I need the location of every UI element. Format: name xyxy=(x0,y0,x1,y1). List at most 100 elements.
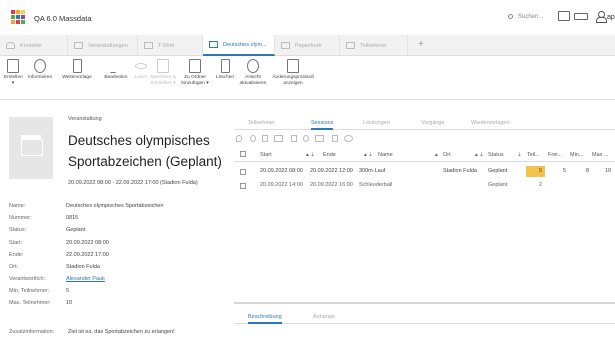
tab-anhaenge[interactable]: Anhänge xyxy=(313,314,335,320)
col-teil[interactable]: Teil... xyxy=(527,152,540,158)
user-icon[interactable] xyxy=(596,11,607,23)
trash-icon[interactable] xyxy=(291,135,297,142)
app-tabs-bar: Kontakte Veranstaltungen T-Shirt Deutsch… xyxy=(0,35,615,56)
button-label: Erstellen xyxy=(4,75,23,80)
tab-t-shirt[interactable]: T-Shirt xyxy=(138,35,203,56)
event-kind: Veranstaltung xyxy=(68,116,102,122)
tab-vorgaenge[interactable]: Vorgänge xyxy=(421,120,445,126)
detail-key: Zusatzinformation: xyxy=(9,329,55,335)
battery-icon[interactable] xyxy=(574,13,588,20)
cell-status: Geplant xyxy=(488,168,508,174)
detail-value: 5 xyxy=(66,288,70,294)
tab-wiedervorlagen[interactable]: Wiedervorlagen xyxy=(471,120,510,126)
detail-value: Geplant xyxy=(66,227,86,233)
tab-kontakte[interactable]: Kontakte xyxy=(0,35,68,56)
clipboard-icon[interactable] xyxy=(558,11,570,21)
tab-label: Papierkorb xyxy=(295,42,322,49)
add-tab-icon[interactable]: + xyxy=(418,39,424,50)
bookmark-icon[interactable] xyxy=(262,135,268,142)
tab-deutsches-olym[interactable]: Deutsches olym... xyxy=(203,35,275,56)
tab-teilnehmer[interactable]: Teilnehmer xyxy=(340,35,408,56)
col-ende-sort-icon[interactable]: ▴ ⇣ xyxy=(364,152,373,158)
button-label: Informieren xyxy=(27,75,53,80)
button-label: Speichern & xyxy=(149,75,177,80)
table-row[interactable]: 20.09.2022 14:00 20.09.2022 16:00 Schleu… xyxy=(234,180,615,191)
button-label: aktualisieren xyxy=(239,81,267,86)
title-bar: QA 6.0 Massdata Suchen... ap xyxy=(0,0,615,35)
bookmark-icon xyxy=(72,59,82,73)
app-title: QA 6.0 Massdata xyxy=(34,14,92,23)
col-start[interactable]: Start xyxy=(260,152,272,158)
col-max[interactable]: Max ... xyxy=(592,152,609,158)
aenderungsprotokoll-button[interactable]: Änderungsprotokoll anzeigen xyxy=(270,59,316,87)
tab-teilnehmer-detail[interactable]: Teilnehmer xyxy=(248,120,275,126)
tab-sessions[interactable]: Sessions xyxy=(311,120,334,130)
tab-papierkorb[interactable]: Papierkorb xyxy=(275,35,340,56)
weitervorlage-button[interactable]: Weitervorlage xyxy=(58,59,96,81)
filter-icon[interactable] xyxy=(236,135,242,142)
calendar-icon[interactable] xyxy=(315,135,324,142)
user-name[interactable]: ap xyxy=(607,14,615,21)
detail-value: Stadion Fulda xyxy=(66,264,100,270)
detail-key: Verantwortlich: xyxy=(9,276,46,282)
col-min[interactable]: Min... xyxy=(570,152,583,158)
responsible-person-link[interactable]: Alexander Pauk xyxy=(66,276,105,282)
cell-max: 10 xyxy=(605,168,612,174)
speichern-schliessen-button[interactable]: Speichern & Schließen ▾ xyxy=(148,59,178,87)
col-start-sort-icon[interactable]: ▴ ⇣ xyxy=(306,152,315,158)
search-box[interactable]: Suchen... xyxy=(508,14,543,20)
new-icon xyxy=(7,59,19,73)
glasses-icon xyxy=(135,63,147,69)
col-name-sort-icon[interactable]: ▴ xyxy=(435,152,438,158)
info-icon[interactable] xyxy=(250,135,256,142)
search-placeholder: Suchen... xyxy=(518,14,544,20)
new-dropdown-icon[interactable] xyxy=(274,135,283,142)
grid-header: Start ▴ ⇣ Ende ▴ ⇣ Name ▴ Ort ▴ ⇣ Status… xyxy=(234,148,615,162)
table-row[interactable]: 20.09.2022 08:00 20.09.2022 12:00 300m-L… xyxy=(234,166,615,177)
app-logo-icon xyxy=(11,10,29,26)
col-status-filter-icon[interactable]: ⇣ xyxy=(517,152,522,158)
detail-value: 22.09.2022 17:00 xyxy=(66,252,109,258)
ribbon-toolbar: Erstellen ▾ Informieren Weitervorlage Bea… xyxy=(0,56,615,100)
col-ort-sort-icon[interactable]: ▴ ⇣ xyxy=(475,152,484,158)
detail-value: 10 xyxy=(66,300,73,306)
info-icon xyxy=(34,59,46,73)
pane-splitter[interactable] xyxy=(234,302,615,304)
shirt-icon xyxy=(144,42,153,49)
button-label: Bearbeiten xyxy=(104,75,128,80)
tab-beschreibung[interactable]: Beschreibung xyxy=(248,314,282,324)
loeschen-button[interactable]: Löschen xyxy=(214,59,236,81)
refresh-icon[interactable] xyxy=(303,135,309,142)
detail-value: 20.09.2022 08:00 xyxy=(66,240,109,246)
informieren-button[interactable]: Informieren xyxy=(24,59,56,81)
tab-veranstaltungen[interactable]: Veranstaltungen xyxy=(68,35,138,56)
detail-value: Ziel ist es, das Sportabzeichen zu erlan… xyxy=(68,329,175,335)
button-label: hinzufügen xyxy=(181,81,205,86)
export-icon[interactable] xyxy=(332,135,338,142)
select-all-checkbox[interactable] xyxy=(240,151,246,157)
tab-label: Deutsches olym... xyxy=(223,41,267,48)
settings-icon[interactable] xyxy=(344,135,353,142)
zu-ordner-button[interactable]: Zu Ordner hinzufügen ▾ xyxy=(180,59,210,87)
tab-label: Kontakte xyxy=(20,42,42,49)
trash-icon xyxy=(220,59,230,73)
tab-leistungen[interactable]: Leistungen xyxy=(363,120,390,126)
detail-key: Ende: xyxy=(9,252,24,258)
history-icon xyxy=(287,59,299,73)
button-label: Zu Ordner xyxy=(184,75,206,80)
col-name[interactable]: Name xyxy=(378,152,393,158)
tab-label: Veranstaltungen xyxy=(88,42,128,49)
bearbeiten-button[interactable]: Bearbeiten xyxy=(102,59,130,81)
row-checkbox[interactable] xyxy=(240,169,246,175)
button-label: anzeigen xyxy=(283,81,303,86)
col-ort[interactable]: Ort xyxy=(443,152,451,158)
col-frei[interactable]: Frei... xyxy=(548,152,562,158)
ansicht-aktualisieren-button[interactable]: Ansicht aktualisieren xyxy=(238,59,268,87)
erstellen-button[interactable]: Erstellen ▾ xyxy=(4,59,23,87)
button-label: Ansicht xyxy=(245,75,261,80)
col-ende[interactable]: Ende xyxy=(323,152,336,158)
bottom-tabs: Beschreibung Anhänge xyxy=(234,310,615,324)
detail-tabs: Teilnehmer Sessions Leistungen Vorgänge … xyxy=(234,120,615,130)
row-checkbox[interactable] xyxy=(240,183,246,189)
col-status[interactable]: Status xyxy=(488,152,504,158)
